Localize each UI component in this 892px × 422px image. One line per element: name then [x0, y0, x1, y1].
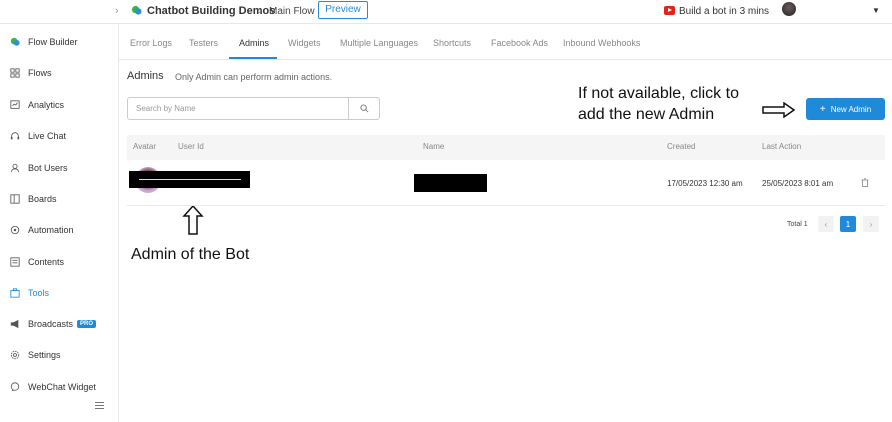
sidebar-item-label: Live Chat [28, 131, 67, 141]
sidebar-item-tools[interactable]: Tools [10, 284, 49, 302]
user-icon [10, 163, 20, 173]
tools-icon [10, 288, 20, 298]
trash-icon[interactable] [861, 178, 869, 187]
new-admin-button[interactable]: + New Admin [806, 98, 885, 120]
flow-builder-icon [10, 37, 20, 46]
tools-tabs: Error Logs Testers Admins Widgets Multip… [119, 24, 892, 60]
user-menu[interactable] [798, 3, 880, 19]
sidebar-item-label: Tools [28, 288, 50, 298]
sidebar-item-label: Flows [28, 68, 52, 78]
sidebar-item-analytics[interactable]: Analytics [10, 96, 64, 114]
grid-icon [10, 68, 20, 78]
sidebar-item-label: WebChat Widget [28, 382, 96, 392]
build-bot-link[interactable]: Build a bot in 3 mins [679, 6, 769, 17]
contents-icon [10, 257, 20, 267]
redacted-user-id [129, 171, 250, 188]
sidebar-item-bot-users[interactable]: Bot Users [10, 159, 68, 177]
tab-testers[interactable]: Testers [189, 38, 218, 48]
tab-widgets[interactable]: Widgets [288, 38, 321, 48]
sidebar-item-broadcasts[interactable]: Broadcasts PRO [10, 315, 97, 333]
sidebar-item-contents[interactable]: Contents [10, 253, 64, 271]
sidebar-item-label: Contents [28, 257, 65, 267]
annotation-line: add the new Admin [578, 106, 715, 123]
plus-icon: + [819, 103, 826, 115]
search-input[interactable] [128, 98, 348, 119]
tab-inbound-webhooks[interactable]: Inbound Webhooks [563, 38, 640, 48]
tab-admins[interactable]: Admins [239, 38, 269, 48]
analytics-icon [10, 100, 20, 109]
sidebar-item-label: Analytics [28, 100, 65, 110]
column-header: Avatar [133, 142, 156, 151]
sidebar-item-live-chat[interactable]: Live Chat [10, 127, 66, 145]
sidebar-item-automation[interactable]: Automation [10, 221, 74, 239]
sidebar-item-label: Broadcasts [28, 319, 74, 329]
new-admin-label: New Admin [830, 104, 872, 114]
bot-logo-icon [131, 5, 142, 15]
sidebar-item-webchat-widget[interactable]: WebChat Widget [10, 378, 96, 396]
app-root: › Chatbot Building Demos › Main Flow Pre… [0, 0, 892, 422]
annotation-new-admin: If not available, click to add the new A… [578, 83, 739, 125]
pagination-total: Total 1 [787, 221, 808, 228]
user-avatar[interactable] [782, 2, 796, 16]
chat-bubble-icon [10, 382, 20, 392]
search-icon [360, 104, 369, 113]
column-header: Created [667, 142, 696, 151]
arrow-up-icon [182, 205, 204, 235]
column-header: User Id [178, 142, 204, 151]
chevron-left-icon: ‹ [824, 219, 828, 229]
tab-multiple-languages[interactable]: Multiple Languages [340, 38, 418, 48]
sidebar-item-label: Automation [28, 225, 74, 235]
sidebar-item-label: Boards [28, 194, 57, 204]
sidebar-item-flows[interactable]: Flows [10, 64, 52, 82]
pro-badge: PRO [77, 320, 97, 328]
chevron-right-icon: › [869, 219, 873, 229]
sidebar-item-flow-builder[interactable]: Flow Builder [10, 33, 78, 51]
caret-down-icon[interactable]: ▼ [872, 6, 880, 15]
breadcrumb-flow-name[interactable]: Main Flow [269, 6, 315, 17]
top-bar: › Chatbot Building Demos › Main Flow Pre… [0, 0, 892, 24]
tab-facebook-ads[interactable]: Facebook Ads [491, 38, 548, 48]
tab-shortcuts[interactable]: Shortcuts [433, 38, 471, 48]
tab-error-logs[interactable]: Error Logs [130, 38, 172, 48]
annotation-line: If not available, click to [578, 85, 739, 102]
sidebar-item-settings[interactable]: Settings [10, 346, 61, 364]
sidebar-item-label: Flow Builder [28, 37, 78, 47]
automation-icon [10, 225, 20, 235]
board-icon [10, 194, 20, 204]
preview-button[interactable]: Preview [318, 1, 368, 19]
chevron-right-icon: › [115, 5, 119, 17]
breadcrumb-bot-name[interactable]: Chatbot Building Demos [147, 5, 275, 17]
logo[interactable] [0, 0, 106, 22]
arrow-right-icon [762, 102, 796, 118]
active-tab-indicator [229, 57, 277, 59]
column-header: Name [423, 142, 445, 151]
gear-icon [10, 350, 20, 360]
last-action-date: 25/05/2023 8:01 am [762, 179, 834, 188]
megaphone-icon [10, 319, 19, 329]
page-number-button[interactable]: 1 [840, 216, 856, 232]
sidebar-item-label: Bot Users [28, 163, 68, 173]
headset-icon [10, 132, 20, 140]
sidebar-item-label: Settings [28, 350, 61, 360]
search-button[interactable] [348, 98, 380, 119]
annotation-admin-of-bot: Admin of the Bot [131, 246, 250, 263]
redacted-name [414, 174, 487, 192]
search-box [127, 97, 380, 120]
chevron-right-icon: › [258, 5, 262, 17]
table-header: Avatar User Id Name Created Last Action [127, 135, 885, 160]
page-title: Admins [127, 70, 164, 82]
previous-page-button[interactable]: ‹ [818, 216, 834, 232]
youtube-icon[interactable] [664, 6, 675, 15]
created-date: 17/05/2023 12:30 am [667, 179, 743, 188]
column-header: Last Action [762, 142, 802, 151]
next-page-button[interactable]: › [863, 216, 879, 232]
menu-icon[interactable] [95, 402, 104, 411]
admins-note: Only Admin can perform admin actions. [175, 72, 333, 82]
sidebar-item-boards[interactable]: Boards [10, 190, 57, 208]
